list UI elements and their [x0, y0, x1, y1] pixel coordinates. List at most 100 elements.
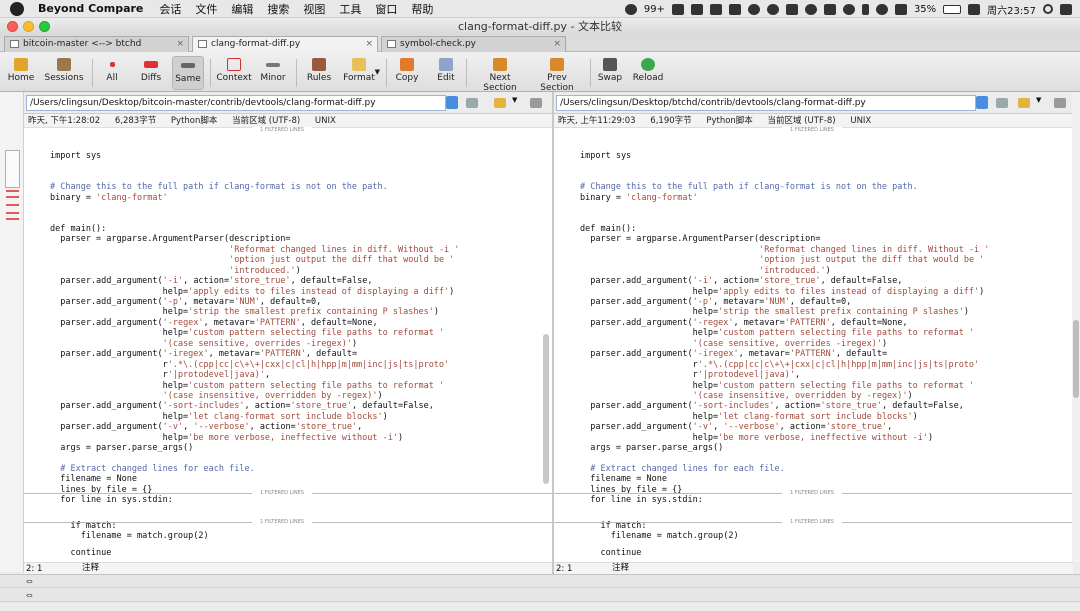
- status-app-icon[interactable]: [804, 3, 817, 15]
- code-line[interactable]: parser.add_argument('-p', metavar='NUM',…: [24, 297, 552, 307]
- all-button[interactable]: All: [100, 56, 124, 90]
- right-path-input[interactable]: /Users/clingsun/Desktop/btchd/contrib/de…: [556, 95, 976, 111]
- right-code-view[interactable]: import sys # Change this to the full pat…: [554, 130, 1073, 527]
- code-line[interactable]: parser.add_argument('-i', action='store_…: [554, 276, 1073, 286]
- chevron-down-icon[interactable]: ▼: [512, 96, 524, 106]
- code-line[interactable]: parser.add_argument('-iregex', metavar='…: [24, 349, 552, 359]
- status-app-icon[interactable]: [766, 3, 779, 15]
- file-format-select[interactable]: Python脚本: [706, 116, 752, 126]
- left-code-view[interactable]: import sys # Change this to the full pat…: [24, 130, 552, 527]
- tab-symbol-check[interactable]: symbol-check.py ×: [381, 36, 566, 52]
- status-app-icon[interactable]: [747, 3, 760, 15]
- left-path-input[interactable]: /Users/clingsun/Desktop/bitcoin-master/c…: [26, 95, 446, 111]
- code-line[interactable]: help='custom pattern selecting file path…: [24, 328, 552, 338]
- status-app-icon[interactable]: [709, 3, 722, 15]
- code-line[interactable]: help='custom pattern selecting file path…: [24, 381, 552, 391]
- code-line[interactable]: # Extract changed lines for each file.: [24, 464, 552, 474]
- code-line[interactable]: import sys: [24, 151, 552, 161]
- minor-button[interactable]: Minor: [258, 56, 288, 90]
- code-line[interactable]: 'introduced.'): [554, 266, 1073, 276]
- code-line[interactable]: import sys: [554, 151, 1073, 161]
- code-line[interactable]: '(case insensitive, overridden by -regex…: [24, 391, 552, 401]
- line-ending-select[interactable]: UNIX: [315, 116, 336, 126]
- code-line[interactable]: r'|protodevel|java)',: [24, 370, 552, 380]
- code-line[interactable]: continue: [24, 548, 552, 558]
- code-line[interactable]: '(case sensitive, overrides -iregex)'): [554, 339, 1073, 349]
- code-line[interactable]: help='let clang-format sort include bloc…: [24, 412, 552, 422]
- close-icon[interactable]: ×: [176, 37, 184, 51]
- code-line[interactable]: filename = None: [554, 474, 1073, 484]
- code-line[interactable]: r'.*\.(cpp|cc|c\+\+|cxx|c|cl|h|hpp|m|mm|…: [554, 360, 1073, 370]
- code-line[interactable]: 'option just output the diff that would …: [554, 255, 1073, 265]
- code-line[interactable]: parser.add_argument('-v', '--verbose', a…: [24, 422, 552, 432]
- notification-center-icon[interactable]: [1060, 3, 1072, 15]
- encoding-select[interactable]: 当前区域 (UTF-8): [232, 116, 300, 126]
- scroll-thumb[interactable]: [1073, 320, 1079, 398]
- code-line[interactable]: [554, 203, 1073, 213]
- file-format-select[interactable]: Python脚本: [171, 116, 217, 126]
- code-line[interactable]: [24, 203, 552, 213]
- menu-clock[interactable]: 周六23:57: [987, 2, 1036, 17]
- code-line[interactable]: parser.add_argument('-sort-includes', ac…: [554, 401, 1073, 411]
- menu-window[interactable]: 窗口: [375, 1, 397, 17]
- format-button[interactable]: Format ▼: [338, 56, 380, 90]
- code-line[interactable]: [24, 161, 552, 171]
- rules-button[interactable]: Rules: [304, 56, 334, 90]
- code-line[interactable]: 'Reformat changed lines in diff. Without…: [24, 245, 552, 255]
- status-app-icon[interactable]: [671, 3, 684, 15]
- code-line[interactable]: [24, 214, 552, 224]
- code-line[interactable]: parser.add_argument('-v', '--verbose', a…: [554, 422, 1073, 432]
- status-app-icon[interactable]: [785, 3, 798, 15]
- folder-open-icon[interactable]: [494, 98, 506, 108]
- edit-button[interactable]: Edit: [434, 56, 458, 90]
- code-line[interactable]: [554, 161, 1073, 171]
- battery-icon[interactable]: [943, 4, 962, 14]
- line-ending-select[interactable]: UNIX: [850, 116, 871, 126]
- history-icon[interactable]: [466, 98, 478, 108]
- encoding-select[interactable]: 当前区域 (UTF-8): [768, 116, 836, 126]
- menu-view[interactable]: 视图: [303, 1, 325, 17]
- code-line[interactable]: help='apply edits to files instead of di…: [554, 287, 1073, 297]
- code-line[interactable]: parser.add_argument('-regex', metavar='P…: [24, 318, 552, 328]
- thumbnail-gutter[interactable]: [0, 92, 24, 572]
- code-line[interactable]: '(case insensitive, overridden by -regex…: [554, 391, 1073, 401]
- tab-folder-compare[interactable]: bitcoin-master <--> btchd ×: [4, 36, 189, 52]
- wifi-icon[interactable]: [894, 3, 907, 15]
- code-line[interactable]: r'|protodevel|java)',: [554, 370, 1073, 380]
- code-line[interactable]: args = parser.parse_args(): [24, 443, 552, 453]
- code-line[interactable]: [24, 454, 552, 464]
- prev-section-button[interactable]: Prev Section: [530, 56, 584, 93]
- code-line[interactable]: args = parser.parse_args(): [554, 443, 1073, 453]
- menu-session[interactable]: 会话: [159, 1, 181, 17]
- menu-edit[interactable]: 编辑: [231, 1, 253, 17]
- code-line[interactable]: binary = 'clang-format': [554, 193, 1073, 203]
- minimize-window-button[interactable]: [23, 21, 34, 32]
- code-line[interactable]: binary = 'clang-format': [24, 193, 552, 203]
- code-line[interactable]: 'Reformat changed lines in diff. Without…: [554, 245, 1073, 255]
- folder-open-icon[interactable]: [1018, 98, 1030, 108]
- chevron-down-icon[interactable]: [976, 96, 988, 109]
- search-icon[interactable]: [1043, 4, 1053, 14]
- code-line[interactable]: [554, 214, 1073, 224]
- save-icon[interactable]: [1054, 98, 1066, 108]
- scroll-thumb[interactable]: [543, 334, 549, 484]
- code-line[interactable]: parser = argparse.ArgumentParser(descrip…: [554, 234, 1073, 244]
- status-app-icon[interactable]: [690, 3, 703, 15]
- next-section-button[interactable]: Next Section: [472, 56, 528, 93]
- code-line[interactable]: help='custom pattern selecting file path…: [554, 381, 1073, 391]
- code-line[interactable]: 'option just output the diff that would …: [24, 255, 552, 265]
- chevron-down-icon[interactable]: ▼: [1036, 96, 1048, 106]
- tab-clang-format-diff[interactable]: clang-format-diff.py ×: [192, 36, 378, 52]
- code-line[interactable]: 'introduced.'): [24, 266, 552, 276]
- sessions-button[interactable]: Sessions: [42, 56, 86, 90]
- code-line[interactable]: def main():: [554, 224, 1073, 234]
- code-line[interactable]: help='strip the smallest prefix containi…: [24, 307, 552, 317]
- chevron-down-icon[interactable]: ▼: [375, 68, 380, 76]
- swap-button[interactable]: Swap: [596, 56, 624, 90]
- left-scrollbar[interactable]: [542, 130, 550, 570]
- close-window-button[interactable]: [7, 21, 18, 32]
- status-app-icon[interactable]: [842, 3, 855, 15]
- home-button[interactable]: Home: [6, 56, 36, 90]
- code-line[interactable]: filename = None: [24, 474, 552, 484]
- menu-file[interactable]: 文件: [195, 1, 217, 17]
